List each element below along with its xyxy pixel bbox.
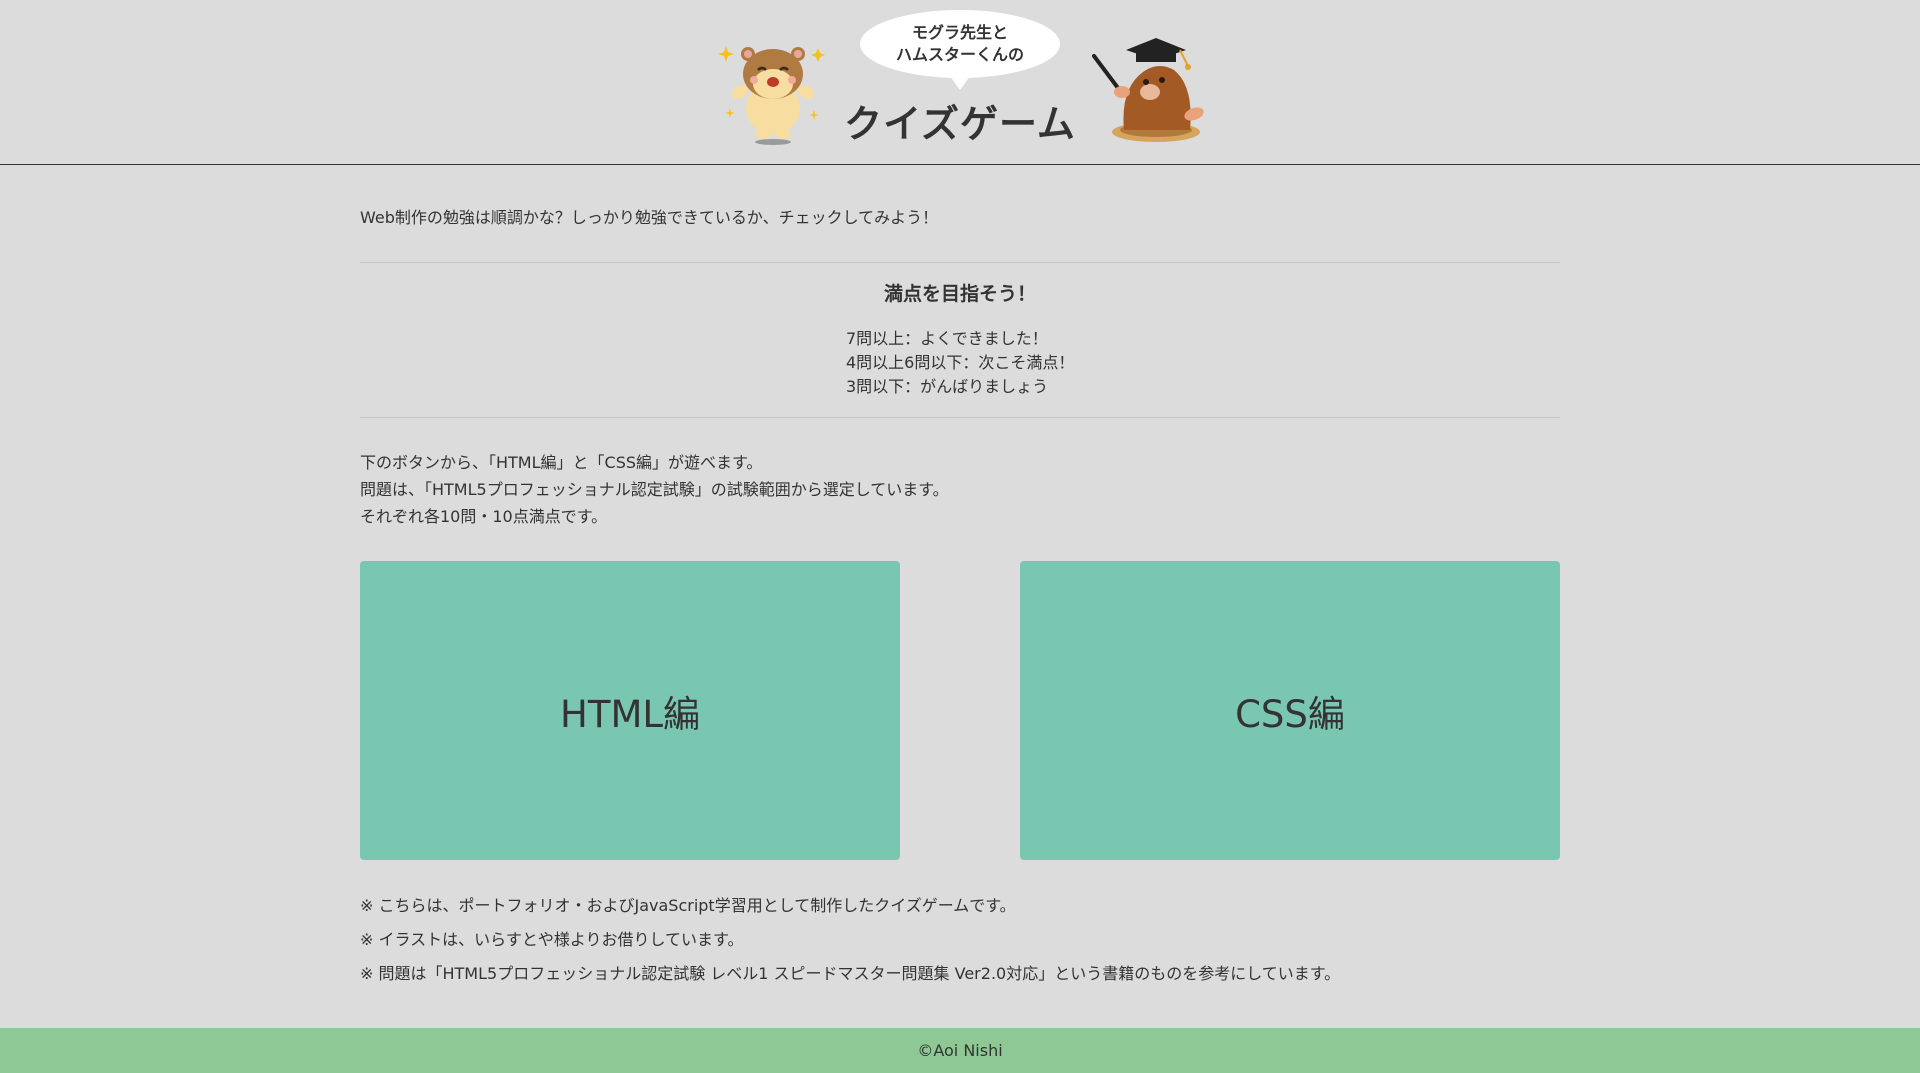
description: 下のボタンから、「HTML編」と「CSS編」が遊べます。 問題は、「HTML5プ… — [360, 449, 949, 530]
page-title: クイズゲーム — [844, 102, 1076, 146]
bubble-line-2: ハムスターくんの — [895, 45, 1024, 64]
goal-section: 満点を目指そう！ 7問以上：よくできました！ 4問以上6問以下：次こそ満点！ 3… — [360, 262, 1560, 418]
bubble-line-1: モグラ先生と — [911, 23, 1008, 42]
score-tier-item: 4問以上6問以下：次こそ満点！ — [846, 353, 1075, 372]
description-line: それぞれ各10問・10点満点です。 — [360, 507, 608, 526]
goal-heading: 満点を目指そう！ — [883, 283, 1036, 305]
score-tier-item: 7問以上：よくできました！ — [846, 329, 1048, 348]
hamster-icon — [718, 46, 825, 145]
note-line: ※ 問題は「HTML5プロフェッショナル認定試験 レベル1 スピードマスター問題… — [360, 964, 1341, 983]
speech-bubble: モグラ先生と ハムスターくんの — [860, 10, 1060, 90]
site-header: モグラ先生と ハムスターくんの クイズゲーム — [0, 0, 1920, 165]
note-line: ※ イラストは、いらすとや様よりお借りしています。 — [360, 930, 744, 949]
note-line: ※ こちらは、ポートフォリオ・およびJavaScript学習用として制作したクイ… — [360, 896, 1016, 915]
score-tier-item: 3問以下：がんばりましょう — [846, 377, 1049, 396]
notes: ※ こちらは、ポートフォリオ・およびJavaScript学習用として制作したクイ… — [360, 889, 1340, 991]
mole-teacher-icon — [1092, 38, 1204, 142]
score-tiers-list: 7問以上：よくできました！ 4問以上6問以下：次こそ満点！ 3問以下：がんばりま… — [846, 327, 1074, 399]
html-quiz-button[interactable]: HTML編 — [360, 561, 900, 860]
description-line: 問題は、「HTML5プロフェッショナル認定試験」の試験範囲から選定しています。 — [360, 480, 949, 499]
copyright-text: ©Aoi Nishi — [917, 1041, 1003, 1060]
description-line: 下のボタンから、「HTML編」と「CSS編」が遊べます。 — [360, 453, 763, 472]
site-footer: ©Aoi Nishi — [0, 1028, 1920, 1073]
css-quiz-button[interactable]: CSS編 — [1020, 561, 1560, 860]
intro-text: Web制作の勉強は順調かな？しっかり勉強できているか、チェックしてみよう！ — [360, 208, 939, 227]
